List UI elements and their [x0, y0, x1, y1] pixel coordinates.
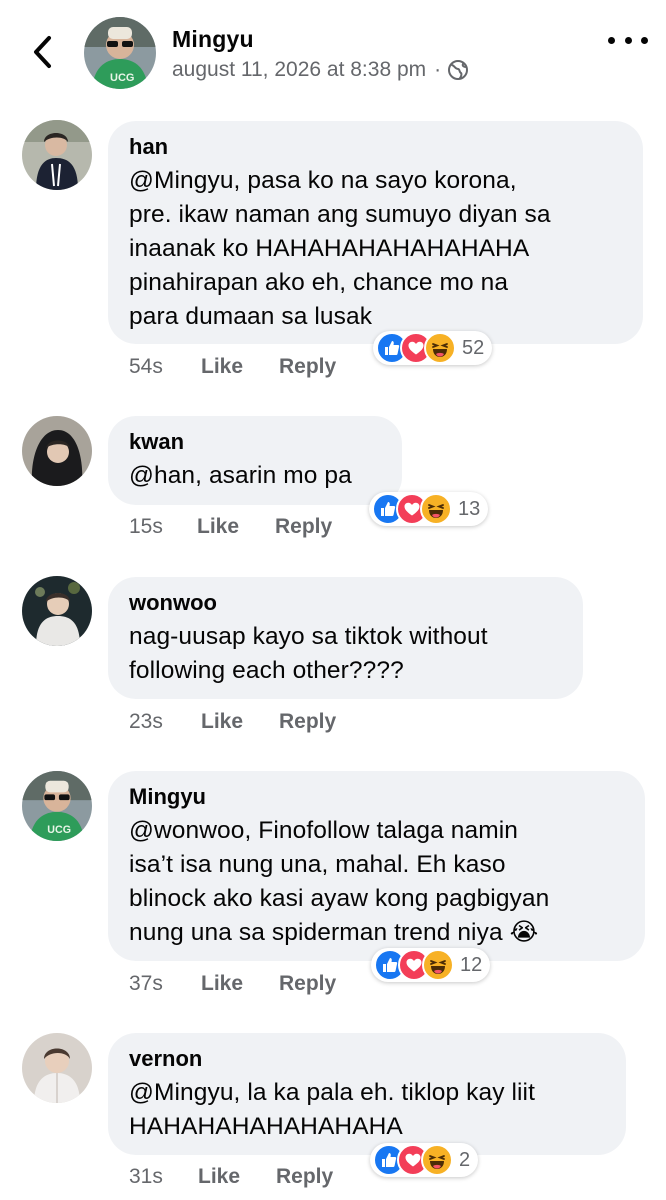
commenter-avatar[interactable]: UCG [22, 771, 92, 841]
commenter-avatar[interactable] [22, 120, 92, 190]
reply-button[interactable]: Reply [275, 515, 332, 539]
reply-button[interactable]: Reply [279, 355, 336, 379]
like-button[interactable]: Like [197, 515, 275, 539]
comment-author[interactable]: vernon [129, 1045, 604, 1073]
comment-time: 37s [129, 972, 163, 995]
comment-author[interactable]: Mingyu [129, 783, 623, 811]
reply-button[interactable]: Reply [276, 1165, 333, 1189]
comment-text: @Mingyu, la ka pala eh. tiklop kay liit … [129, 1079, 535, 1140]
comment-time: 54s [129, 355, 163, 378]
reaction-count: 52 [462, 336, 485, 359]
comment-actions: 23s Like Reply [129, 710, 336, 734]
post-timestamp: august 11, 2026 at 8:38 pm [172, 58, 427, 81]
post-author-name[interactable]: Mingyu [172, 26, 254, 53]
comment-bubble[interactable]: kwan @han, asarin mo pa [108, 416, 402, 505]
commenter-avatar[interactable] [22, 1033, 92, 1103]
haha-reaction-icon [422, 949, 454, 981]
comment-bubble[interactable]: han @Mingyu, pasa ko na sayo korona, pre… [108, 121, 643, 344]
comment-text: @wonwoo, Finofollow talaga namin isa’t i… [129, 817, 550, 946]
reaction-count: 12 [460, 953, 483, 976]
comment-author[interactable]: kwan [129, 428, 380, 456]
like-button[interactable]: Like [198, 1165, 276, 1189]
comment-bubble[interactable]: vernon @Mingyu, la ka pala eh. tiklop ka… [108, 1033, 626, 1155]
reaction-summary[interactable]: 13 [369, 492, 489, 526]
more-options-button[interactable] [608, 30, 648, 50]
comment-text: nag-uusap kayo sa tiktok without followi… [129, 623, 488, 684]
svg-text:UCG: UCG [47, 824, 71, 836]
reaction-summary[interactable]: 2 [370, 1143, 479, 1177]
commenter-avatar[interactable] [22, 416, 92, 486]
comment-actions: 37s Like Reply [129, 972, 336, 996]
haha-reaction-icon [421, 1144, 453, 1176]
comment-time: 31s [129, 1165, 163, 1188]
like-button[interactable]: Like [201, 710, 279, 734]
haha-reaction-icon [424, 332, 456, 364]
svg-text:UCG: UCG [110, 72, 134, 84]
comment-time: 23s [129, 710, 163, 733]
haha-reaction-icon [420, 493, 452, 525]
comment-actions: 15s Like Reply [129, 515, 332, 539]
comment-bubble[interactable]: Mingyu @wonwoo, Finofollow talaga namin … [108, 771, 645, 961]
reply-button[interactable]: Reply [279, 972, 336, 996]
post-author-avatar[interactable]: UCG [84, 17, 156, 89]
reaction-summary[interactable]: 52 [373, 331, 493, 365]
reaction-count: 13 [458, 497, 481, 520]
meta-separator: · [434, 58, 442, 81]
comment-time: 15s [129, 515, 163, 538]
back-button[interactable] [26, 34, 58, 70]
reaction-summary[interactable]: 12 [371, 948, 491, 982]
reply-button[interactable]: Reply [279, 710, 336, 734]
like-button[interactable]: Like [201, 355, 279, 379]
commenter-avatar[interactable] [22, 576, 92, 646]
comment-author[interactable]: han [129, 133, 621, 161]
comment-bubble[interactable]: wonwoo nag-uusap kayo sa tiktok without … [108, 577, 583, 699]
reaction-count: 2 [459, 1148, 471, 1171]
post-meta: august 11, 2026 at 8:38 pm · [172, 58, 469, 82]
globe-icon [448, 60, 469, 80]
more-dots-icon [608, 36, 615, 44]
comment-actions: 54s Like Reply [129, 355, 336, 379]
like-button[interactable]: Like [201, 972, 279, 996]
post-header: UCG Mingyu august 11, 2026 at 8:38 pm · [0, 0, 666, 100]
comment-text: @Mingyu, pasa ko na sayo korona, pre. ik… [129, 167, 551, 330]
comment-actions: 31s Like Reply [129, 1165, 333, 1189]
comment-text: @han, asarin mo pa [129, 462, 352, 489]
chevron-left-icon [34, 36, 51, 68]
comment-author[interactable]: wonwoo [129, 589, 561, 617]
